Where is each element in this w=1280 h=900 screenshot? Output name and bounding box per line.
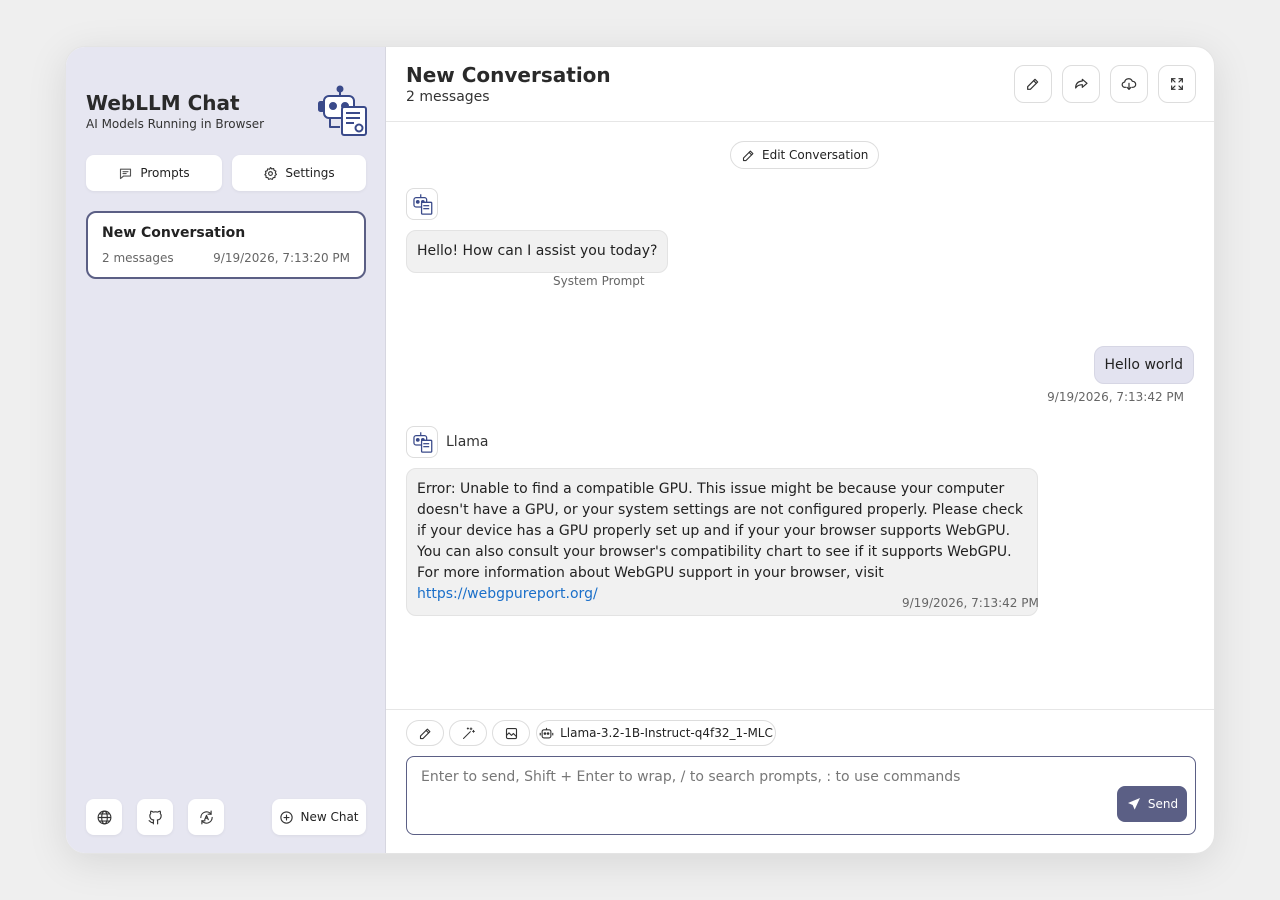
message-timestamp: 9/19/2026, 7:13:42 PM — [1047, 390, 1184, 404]
robot-icon — [413, 432, 433, 453]
share-button[interactable] — [1062, 65, 1100, 103]
language-button[interactable] — [86, 799, 122, 835]
robot-icon — [318, 85, 367, 136]
conversation-item[interactable]: New Conversation 2 messages 9/19/2026, 7… — [86, 211, 366, 279]
github-icon — [148, 810, 162, 824]
chat-title: New Conversation — [406, 63, 611, 87]
image-chip[interactable] — [492, 720, 530, 746]
conversation-title: New Conversation — [102, 225, 246, 241]
gear-icon — [264, 166, 278, 180]
app-title: WebLLM Chat — [86, 91, 240, 115]
model-label: Llama-3.2-1B-Instruct-q4f32_1-MLC — [560, 726, 773, 740]
fullscreen-icon — [1171, 78, 1183, 90]
composer: Llama-3.2-1B-Instruct-q4f32_1-MLC Enter … — [386, 709, 1214, 853]
brand: WebLLM Chat AI Models Running in Browser — [86, 91, 264, 131]
image-icon — [505, 727, 517, 739]
message-text: Hello! How can I assist you today? — [417, 243, 658, 259]
message-text: Error: Unable to find a compatible GPU. … — [417, 481, 1024, 581]
user-message: Hello world — [1093, 346, 1194, 384]
message-input[interactable]: Enter to send, Shift + Enter to wrap, / … — [406, 756, 1196, 835]
speaker-name: Llama — [446, 434, 489, 450]
robot-icon — [413, 194, 433, 215]
app-window: WebLLM Chat AI Models Running in Browser… — [65, 46, 1215, 854]
new-chat-button[interactable]: New Chat — [272, 799, 366, 835]
pencil-icon — [419, 728, 430, 739]
update-button[interactable] — [188, 799, 224, 835]
conversation-count: 2 messages — [102, 251, 174, 265]
message-timestamp: 9/19/2026, 7:13:42 PM — [902, 596, 1039, 610]
input-placeholder: Enter to send, Shift + Enter to wrap, / … — [421, 769, 961, 785]
conversation-time: 9/19/2026, 7:13:20 PM — [213, 251, 350, 265]
edit-icon — [742, 150, 754, 161]
prompts-label: Prompts — [140, 166, 190, 180]
edit-icon — [1027, 78, 1039, 90]
assistant-message: Error: Unable to find a compatible GPU. … — [406, 468, 1038, 616]
magic-chip[interactable] — [449, 720, 487, 746]
magic-wand-icon — [462, 726, 475, 739]
edit-prompt-chip[interactable] — [406, 720, 444, 746]
message-text: Hello world — [1104, 357, 1183, 373]
send-icon — [1127, 798, 1140, 810]
edit-conversation-label: Edit Conversation — [762, 148, 869, 162]
send-button[interactable]: Send — [1117, 786, 1187, 822]
settings-label: Settings — [285, 166, 335, 180]
download-button[interactable] — [1110, 65, 1148, 103]
settings-button[interactable]: Settings — [232, 155, 366, 191]
download-icon — [1121, 78, 1137, 90]
sidebar: WebLLM Chat AI Models Running in Browser… — [66, 47, 386, 853]
chat-main: New Conversation 2 messages Edit Convers… — [386, 47, 1214, 853]
chat-header: New Conversation 2 messages — [386, 47, 1214, 122]
prompts-button[interactable]: Prompts — [86, 155, 222, 191]
assistant-message: Hello! How can I assist you today? — [406, 230, 669, 273]
new-chat-label: New Chat — [300, 810, 359, 824]
globe-icon — [97, 810, 111, 824]
send-label: Send — [1147, 797, 1179, 811]
share-icon — [1075, 78, 1088, 89]
update-icon — [199, 810, 213, 824]
chat-message-count: 2 messages — [406, 89, 490, 105]
github-button[interactable] — [137, 799, 173, 835]
model-selector[interactable]: Llama-3.2-1B-Instruct-q4f32_1-MLC — [536, 720, 776, 746]
add-icon — [280, 810, 294, 824]
app-subtitle: AI Models Running in Browser — [86, 117, 265, 131]
webgpu-report-link[interactable]: https://webgpureport.org/ — [417, 586, 598, 602]
bot-avatar — [406, 426, 438, 458]
message-meta: System Prompt — [553, 274, 645, 288]
robot-icon — [539, 727, 554, 738]
fullscreen-button[interactable] — [1158, 65, 1196, 103]
chat-icon — [120, 168, 132, 179]
rename-button[interactable] — [1014, 65, 1052, 103]
bot-avatar — [406, 188, 438, 220]
edit-conversation-button[interactable]: Edit Conversation — [730, 141, 880, 169]
